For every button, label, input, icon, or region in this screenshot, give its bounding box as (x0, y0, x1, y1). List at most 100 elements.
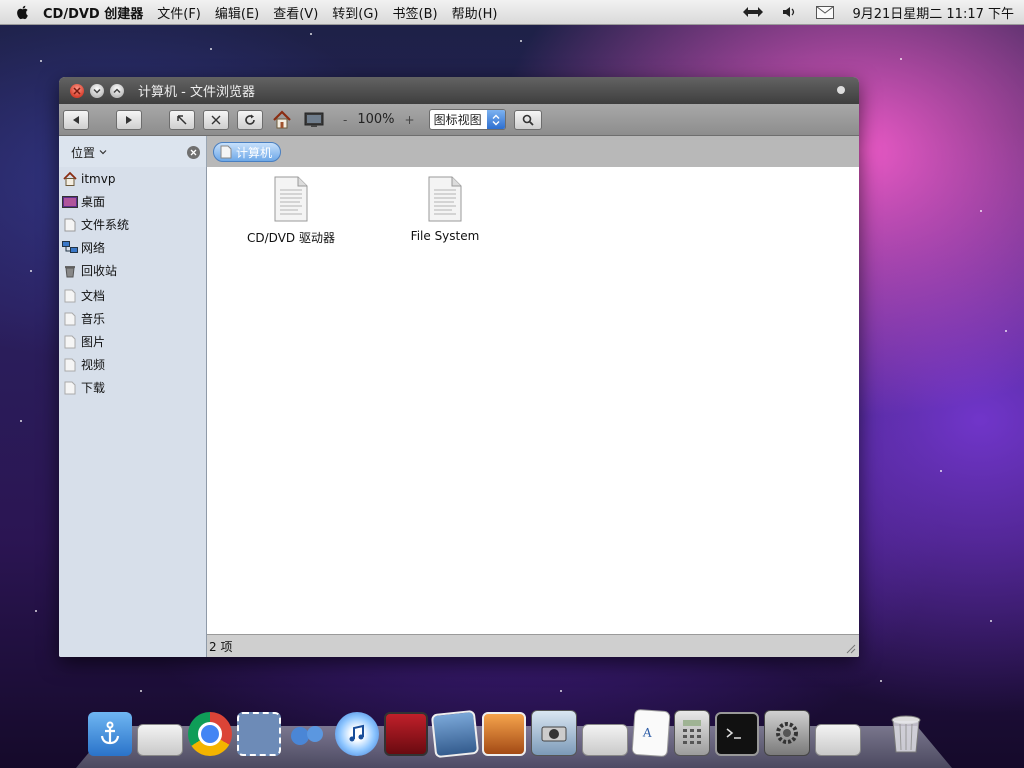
path-button-computer[interactable]: 计算机 (213, 142, 282, 162)
clock[interactable]: 9月21日星期二 11:17 下午 (852, 3, 1014, 22)
content-area: itmvp 桌面 文件系统 网络 回收站 文档 音乐 图片 视频 下载 CD/D… (59, 167, 859, 657)
zoom-level[interactable]: 100% (357, 112, 394, 127)
sidebar-item-label: 回收站 (81, 264, 118, 278)
sidebar-item-label: 文档 (81, 289, 106, 303)
sidebar-item-downloads[interactable]: 下载 (59, 376, 206, 399)
svg-text:A: A (642, 725, 653, 740)
sidebar-item-label: 文件系统 (81, 218, 130, 232)
camera-icon[interactable] (531, 710, 577, 756)
document-icon (220, 145, 232, 159)
toolbar: - 100% + 图标视图 (59, 104, 859, 136)
sidebar-item-label: 视频 (81, 358, 106, 372)
places-header: 位置 (59, 136, 207, 168)
search-button[interactable] (513, 109, 542, 130)
iphoto-icon[interactable] (430, 709, 480, 759)
folder-icon (62, 311, 78, 327)
item-count: 2 项 (209, 639, 233, 654)
forward-arrow-icon (126, 115, 132, 124)
minimize-button[interactable] (90, 83, 104, 98)
apple-icon[interactable] (15, 4, 31, 20)
menu-help[interactable]: 帮助(H) (452, 3, 498, 22)
window-icon[interactable] (815, 724, 861, 756)
home-button[interactable] (271, 109, 293, 131)
file-item-label: CD/DVD 驱动器 (247, 231, 335, 245)
system-preferences-icon[interactable] (764, 710, 810, 756)
sidebar-item-videos[interactable]: 视频 (59, 353, 206, 376)
sidebar-item-documents[interactable]: 文档 (59, 284, 206, 307)
up-button[interactable] (169, 109, 195, 130)
resize-grip-icon[interactable] (844, 642, 856, 654)
maximize-button[interactable] (110, 83, 124, 98)
window-icon[interactable] (137, 724, 183, 756)
mail-icon[interactable] (816, 5, 835, 19)
window-options-dot[interactable] (837, 86, 845, 94)
menu-view[interactable]: 查看(V) (273, 3, 318, 22)
sidebar-item-label: 网络 (81, 241, 106, 255)
forward-button[interactable] (116, 109, 142, 130)
chevron-down-icon (93, 88, 101, 94)
sidebar-item-desktop[interactable]: 桌面 (59, 190, 206, 213)
sidebar-item-trash[interactable]: 回收站 (59, 259, 206, 282)
sidebar-item-label: 音乐 (81, 312, 106, 326)
back-arrow-icon (73, 115, 79, 124)
chrome-icon[interactable] (188, 712, 232, 756)
view-mode-select[interactable]: 图标视图 (428, 109, 506, 130)
folder-icon (62, 334, 78, 350)
document-icon (274, 176, 308, 222)
file-item-filesystem[interactable]: File System (385, 175, 505, 243)
back-button[interactable] (63, 109, 89, 130)
dock: A (88, 708, 933, 759)
sidebar-item-label: 图片 (81, 335, 106, 349)
trash-icon (62, 263, 78, 279)
close-icon (73, 86, 81, 95)
itunes-icon[interactable] (335, 712, 379, 756)
messenger-icon[interactable] (286, 712, 330, 756)
home-icon (62, 171, 78, 187)
dropdown-arrow-icon[interactable] (99, 149, 107, 155)
close-icon (190, 149, 197, 155)
file-item-cdvd[interactable]: CD/DVD 驱动器 (231, 175, 351, 246)
sidebar-item-pictures[interactable]: 图片 (59, 330, 206, 353)
zoom-out-button[interactable]: - (343, 113, 347, 127)
file-item-label: File System (410, 229, 480, 243)
folder-icon (62, 288, 78, 304)
sidebar-item-filesystem[interactable]: 文件系统 (59, 213, 206, 236)
sidebar-item-music[interactable]: 音乐 (59, 307, 206, 330)
volume-icon[interactable] (782, 6, 798, 18)
title-bar[interactable]: 计算机 - 文件浏览器 (59, 77, 859, 104)
network-icon (62, 240, 78, 256)
menu-go[interactable]: 转到(G) (332, 3, 378, 22)
sidebar-item-home[interactable]: itmvp (59, 167, 206, 190)
window-icon[interactable] (582, 724, 628, 756)
finder-icon[interactable] (88, 712, 132, 756)
close-button[interactable] (70, 83, 84, 98)
textedit-icon[interactable]: A (631, 708, 671, 758)
search-icon (522, 114, 534, 126)
mail-stamp-icon[interactable] (237, 712, 281, 756)
reload-button[interactable] (237, 109, 263, 130)
image-capture-icon[interactable] (482, 712, 526, 756)
view-mode-label: 图标视图 (433, 113, 482, 127)
stop-button[interactable] (203, 109, 229, 130)
menu-file[interactable]: 文件(F) (157, 3, 201, 22)
trash-icon[interactable] (884, 712, 928, 756)
menu-bookmarks[interactable]: 书签(B) (393, 3, 438, 22)
file-browser-window: 计算机 - 文件浏览器 - 100% + 图标视图 位置 计算机 itmvp 桌… (59, 77, 859, 657)
sidebar-item-label: 下载 (81, 381, 106, 395)
places-dropdown-label[interactable]: 位置 (71, 144, 95, 161)
calculator-icon[interactable] (674, 710, 710, 756)
reload-icon (245, 114, 255, 125)
menu-edit[interactable]: 编辑(E) (215, 3, 259, 22)
computer-button[interactable] (303, 109, 325, 131)
status-bar: 2 项 (207, 634, 859, 657)
photo-booth-icon[interactable] (384, 712, 428, 756)
network-icon[interactable] (742, 6, 764, 18)
terminal-icon[interactable] (715, 712, 759, 756)
app-menu-name[interactable]: CD/DVD 创建器 (43, 3, 143, 22)
desktop-icon (62, 194, 78, 210)
drive-icon (62, 217, 78, 233)
zoom-in-button[interactable]: + (405, 113, 415, 127)
sidebar-item-network[interactable]: 网络 (59, 236, 206, 259)
close-sidebar-button[interactable] (187, 145, 200, 159)
sidebar-item-label: itmvp (81, 171, 116, 186)
